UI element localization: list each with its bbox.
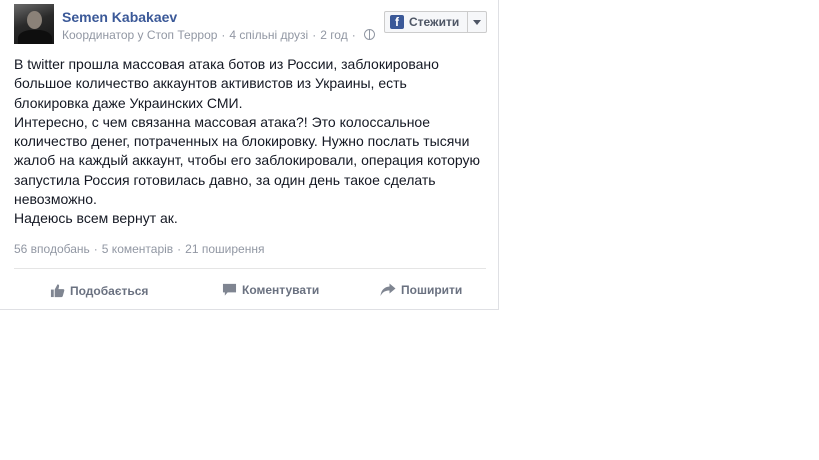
- likes-count[interactable]: 56 вподобань: [14, 242, 90, 256]
- shares-count[interactable]: 21 поширення: [185, 242, 264, 256]
- post-stats: 56 вподобань · 5 коментарів · 21 поширення: [14, 242, 264, 256]
- post-line: Интересно, с чем связанна массовая атака…: [14, 113, 431, 130]
- follow-button-group: f Стежити: [384, 11, 488, 33]
- share-button[interactable]: Поширити: [380, 283, 462, 297]
- post-text: В twitter прошла массовая атака ботов из…: [14, 55, 494, 229]
- author-role[interactable]: Координатор у Стоп Террор: [62, 28, 217, 42]
- comment-label: Коментувати: [242, 283, 320, 297]
- divider: [14, 268, 486, 269]
- post-time[interactable]: 2 год: [320, 28, 348, 42]
- follow-dropdown[interactable]: [467, 12, 486, 32]
- share-arrow-icon: [380, 283, 396, 296]
- avatar-shoulders: [18, 30, 52, 44]
- share-label: Поширити: [401, 283, 463, 297]
- facebook-icon: f: [390, 15, 404, 29]
- thumbs-up-icon: [50, 284, 65, 298]
- avatar-head: [27, 11, 42, 29]
- post-line: количество денег, потраченных на блокиро…: [14, 133, 470, 150]
- post-line: В twitter прошла массовая атака ботов из…: [14, 56, 439, 72]
- meta-separator: ·: [351, 28, 356, 42]
- stats-separator: ·: [93, 242, 98, 256]
- post-card: Semen Kabakaev Координатор у Стоп Террор…: [0, 0, 499, 310]
- author-name[interactable]: Semen Kabakaev: [62, 9, 177, 25]
- post-line: блокировка даже Украинских СМИ.: [14, 94, 243, 111]
- meta-separator: ·: [312, 28, 317, 42]
- post-line: большое количество аккаунтов активистов …: [14, 75, 407, 92]
- follow-button[interactable]: f Стежити: [385, 12, 467, 32]
- chevron-down-icon: [473, 19, 482, 25]
- globe-icon[interactable]: [363, 29, 375, 40]
- comment-button[interactable]: Коментувати: [222, 283, 319, 297]
- like-label: Подобається: [70, 283, 149, 298]
- stats-separator: ·: [177, 242, 182, 256]
- post-line: запустила Россия готовилась давно, за од…: [14, 171, 436, 188]
- post-line: невозможно.: [14, 191, 97, 208]
- follow-label: Стежити: [409, 15, 460, 29]
- post-line: жалоб на каждый аккаунт, чтобы его забло…: [14, 152, 481, 169]
- comments-count[interactable]: 5 коментарів: [102, 242, 173, 256]
- like-button[interactable]: Подобається: [50, 283, 148, 298]
- avatar[interactable]: [14, 4, 54, 44]
- post-meta: Координатор у Стоп Террор · 4 спільні друз…: [62, 28, 375, 42]
- mutual-friends[interactable]: 4 спільні друзі: [229, 28, 308, 42]
- comment-icon: [222, 283, 237, 296]
- meta-separator: ·: [221, 28, 226, 42]
- post-line: Надеюсь всем вернут ак.: [14, 210, 178, 227]
